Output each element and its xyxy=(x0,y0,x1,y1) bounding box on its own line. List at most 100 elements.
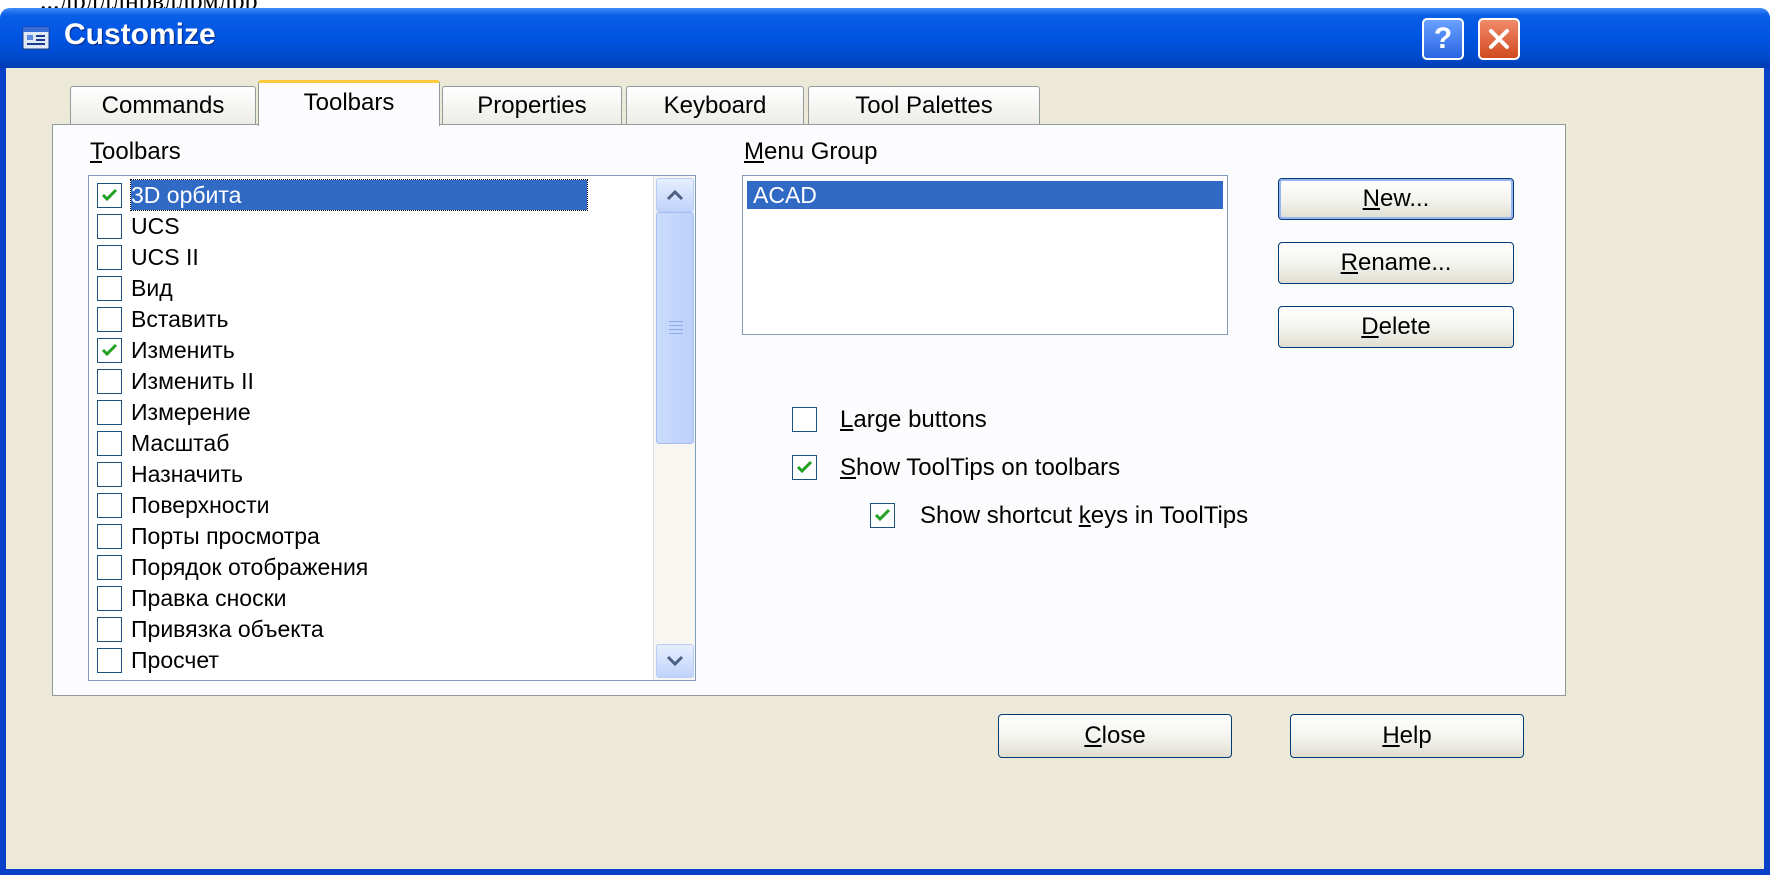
toolbar-checkbox[interactable] xyxy=(97,431,122,456)
checkmark-icon xyxy=(101,188,118,202)
list-item-label: Изменить xyxy=(131,337,235,363)
option-text: arge buttons xyxy=(853,406,987,433)
help-glyph: ? xyxy=(1433,22,1453,55)
chevron-down-icon[interactable] xyxy=(656,644,694,678)
list-item-label: ACAD xyxy=(753,182,817,208)
list-item-label: Вид xyxy=(131,275,173,301)
large-buttons-checkbox[interactable] xyxy=(792,407,817,432)
delete-button[interactable]: Delete xyxy=(1278,306,1514,348)
toolbars-list[interactable]: 3D орбита UCS UCS II Вид Вставить Изменить Изм… xyxy=(88,175,696,681)
tab-label: Keyboard xyxy=(663,92,767,119)
toolbar-checkbox[interactable] xyxy=(97,369,122,394)
tab-label: Properties xyxy=(477,92,587,119)
mnemonic: D xyxy=(1361,313,1379,340)
mnemonic: N xyxy=(1362,185,1380,212)
mnemonic: M xyxy=(744,138,764,165)
list-item[interactable]: 3D орбита xyxy=(97,179,657,211)
list-item-label: Поверхности xyxy=(131,492,270,518)
tab-toolbars[interactable]: Toolbars xyxy=(258,80,440,126)
title-bar[interactable]: Customize ? xyxy=(0,8,1770,68)
close-button[interactable]: Close xyxy=(998,714,1232,758)
toolbar-checkbox[interactable] xyxy=(97,214,122,239)
list-item[interactable]: UCS II xyxy=(97,242,657,272)
mnemonic: L xyxy=(840,406,854,433)
list-item[interactable]: UCS xyxy=(97,211,657,241)
list-item[interactable]: Измерение xyxy=(97,397,657,427)
mnemonic: S xyxy=(840,454,857,481)
list-item-label: 3D орбита xyxy=(130,179,588,211)
button-label: ename... xyxy=(1357,249,1452,276)
checkmark-icon xyxy=(101,343,118,357)
toolbar-checkbox[interactable] xyxy=(97,307,122,332)
dialog-client: Commands Toolbars Properties Keyboard To… xyxy=(0,68,1770,875)
mnemonic: C xyxy=(1084,722,1102,749)
toolbar-checkbox[interactable] xyxy=(97,245,122,270)
list-item[interactable]: Назначить xyxy=(97,459,657,489)
list-scrollbar[interactable] xyxy=(653,176,695,680)
toolbar-checkbox[interactable] xyxy=(97,586,122,611)
list-item-label: UCS II xyxy=(131,244,199,270)
button-label: ew... xyxy=(1379,185,1430,212)
button-label: elete xyxy=(1378,313,1431,340)
list-item[interactable]: Изменить II xyxy=(97,366,657,396)
tab-keyboard[interactable]: Keyboard xyxy=(626,86,804,126)
tab-label: Toolbars xyxy=(303,89,395,116)
list-item[interactable]: Порядок отображения xyxy=(97,552,657,582)
tab-label: Tool Palettes xyxy=(855,92,993,119)
list-item[interactable]: Поверхности xyxy=(97,490,657,520)
help-icon[interactable]: ? xyxy=(1422,18,1464,60)
tab-label: Commands xyxy=(101,92,225,119)
list-item-label: Порядок отображения xyxy=(131,554,369,580)
list-item[interactable]: ACAD xyxy=(747,181,1223,209)
tab-commands[interactable]: Commands xyxy=(70,86,256,126)
toolbar-checkbox[interactable] xyxy=(97,276,122,301)
show-tooltips-checkbox[interactable] xyxy=(792,455,817,480)
label-text: oolbars xyxy=(102,138,181,165)
list-item[interactable]: Привязка объекта xyxy=(97,614,657,644)
menu-group-label: Menu Group xyxy=(744,138,877,166)
button-label: elp xyxy=(1399,722,1432,749)
list-item[interactable]: Вид xyxy=(97,273,657,303)
list-item-label: Измерение xyxy=(131,399,251,425)
toolbar-checkbox[interactable] xyxy=(97,462,122,487)
list-item[interactable]: Вставить xyxy=(97,304,657,334)
tab-properties[interactable]: Properties xyxy=(442,86,622,126)
close-icon[interactable] xyxy=(1478,18,1520,60)
toolbar-checkbox[interactable] xyxy=(97,617,122,642)
dialog-title: Customize xyxy=(64,18,216,51)
list-item[interactable]: Изменить xyxy=(97,335,657,365)
toolbar-checkbox[interactable] xyxy=(97,555,122,580)
checkmark-icon xyxy=(874,508,891,522)
option-label: Show ToolTips on toolbars xyxy=(840,452,1120,484)
new-button[interactable]: New... xyxy=(1278,178,1514,220)
button-label: lose xyxy=(1101,722,1146,749)
toolbar-checkbox[interactable] xyxy=(97,400,122,425)
checkmark-icon xyxy=(796,460,813,474)
list-item[interactable]: Порты просмотра xyxy=(97,521,657,551)
list-item[interactable]: Масштаб xyxy=(97,428,657,458)
option-label: Show shortcut keys in ToolTips xyxy=(920,500,1248,532)
rename-button[interactable]: Rename... xyxy=(1278,242,1514,284)
list-item[interactable]: Просчет xyxy=(97,645,657,675)
mnemonic: T xyxy=(90,138,102,165)
option-text: how ToolTips on toolbars xyxy=(856,454,1121,481)
help-button[interactable]: Help xyxy=(1290,714,1524,758)
toolbar-checkbox[interactable] xyxy=(97,524,122,549)
toolbar-checkbox[interactable] xyxy=(97,183,122,208)
show-shortcut-keys-checkbox[interactable] xyxy=(870,503,895,528)
tab-tool-palettes[interactable]: Tool Palettes xyxy=(808,86,1040,126)
list-item-label: Привязка объекта xyxy=(131,616,324,642)
chevron-up-icon[interactable] xyxy=(656,178,694,212)
list-item-label: Изменить II xyxy=(131,368,254,394)
toolbar-checkbox[interactable] xyxy=(97,338,122,363)
option-text: Show shortcut xyxy=(920,502,1079,529)
toolbar-checkbox[interactable] xyxy=(97,648,122,673)
scroll-thumb[interactable] xyxy=(656,212,694,444)
menu-group-list[interactable]: ACAD xyxy=(742,175,1228,335)
list-item-label: Масштаб xyxy=(131,430,230,456)
toolbar-checkbox[interactable] xyxy=(97,493,122,518)
list-item[interactable]: Правка сноски xyxy=(97,583,657,613)
list-item-label: UCS xyxy=(131,213,180,239)
list-item-label: Назначить xyxy=(131,461,244,487)
customize-icon xyxy=(22,26,50,50)
